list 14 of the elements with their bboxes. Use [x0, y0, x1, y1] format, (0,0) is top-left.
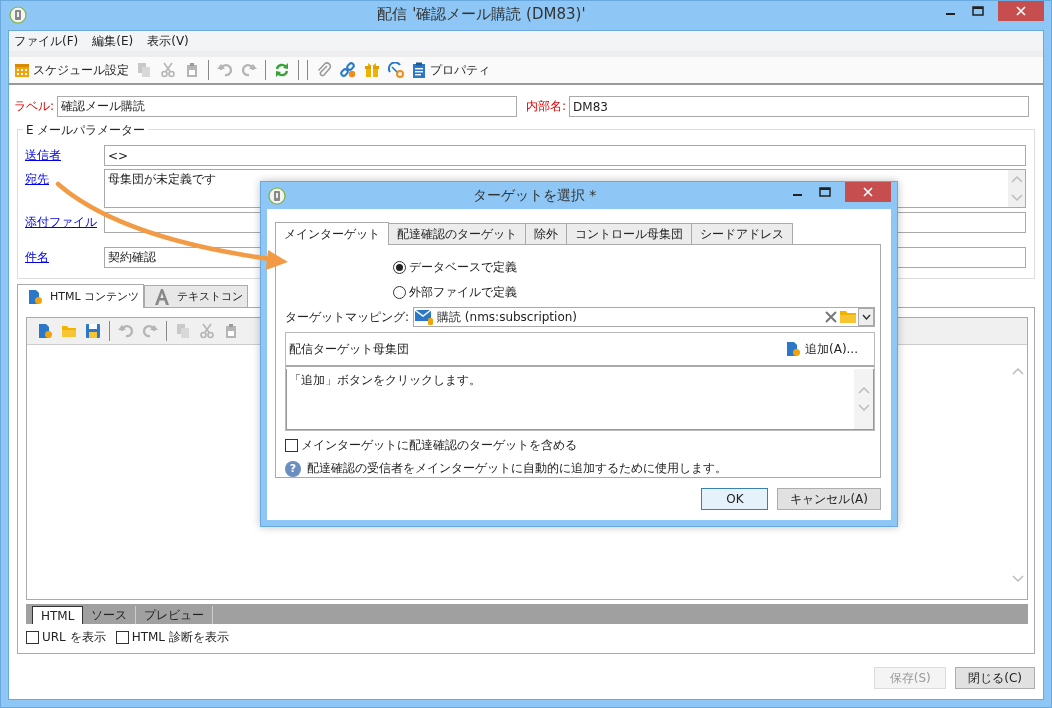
panel-title: 配信ターゲット母集団 [289, 340, 409, 358]
checkbox-label: HTML 診断を表示 [131, 628, 229, 646]
radio-label: データベースで定義 [409, 259, 517, 276]
field-label: ラベル: [14, 98, 55, 115]
help-icon: ? [285, 460, 301, 477]
field-label: 内部名: [526, 98, 567, 115]
help-text: 配達確認の受信者をメインターゲットに自動的に追加するために使用します。 [307, 460, 727, 477]
window-title: 配信 '確認メール購読 (DM83)' [376, 4, 587, 24]
radio-label: 外部ファイルで定義 [409, 284, 517, 301]
group-title: E メールパラメーター [23, 122, 149, 139]
checkbox-label: URL を表示 [42, 628, 106, 646]
checkbox-label: メインターゲットに配達確認のターゲットを含める [301, 437, 577, 454]
dialog-title: ターゲットを選択 * [471, 186, 598, 205]
field-label: ターゲットマッピング: [285, 308, 411, 326]
